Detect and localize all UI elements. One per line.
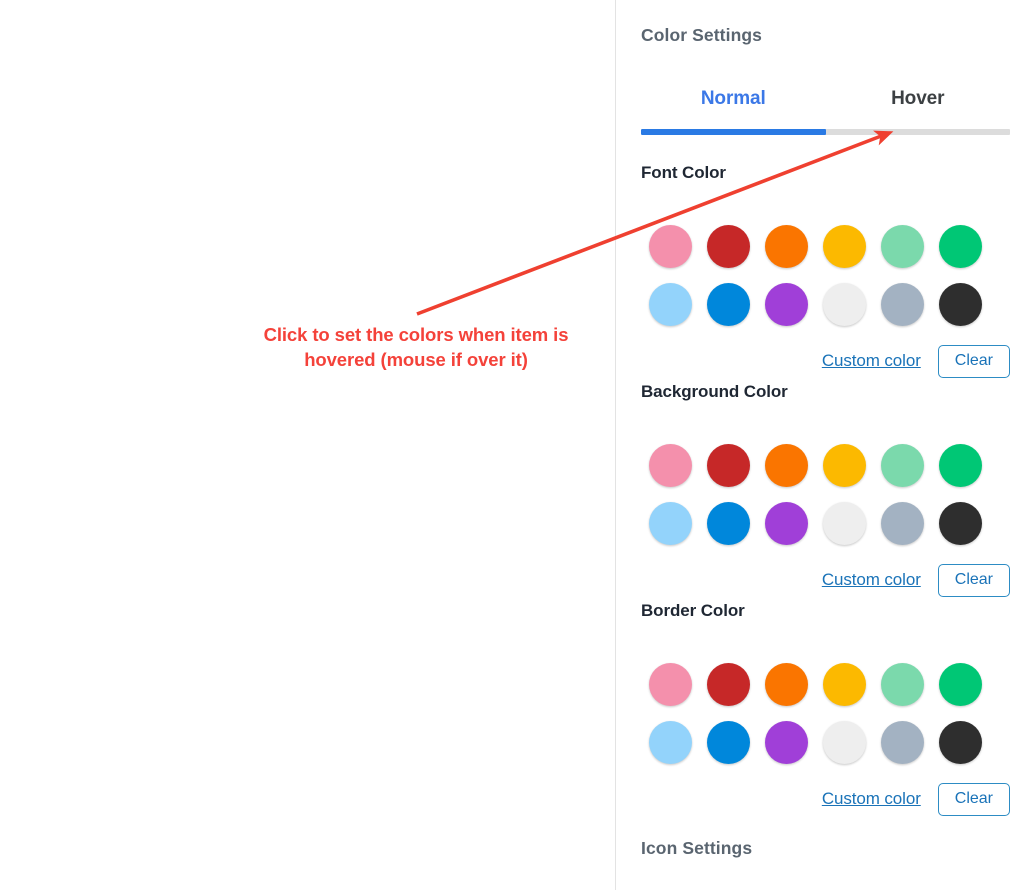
swatch-cell (815, 217, 873, 275)
tab-hover[interactable]: Hover (826, 88, 1011, 124)
swatch-cell (641, 494, 699, 552)
border-color-swatch-grid (641, 655, 1010, 771)
swatch-cell (641, 655, 699, 713)
swatch-cell (641, 275, 699, 333)
custom-color-link-border[interactable]: Custom color (822, 789, 921, 809)
custom-color-link-background[interactable]: Custom color (822, 570, 921, 590)
color-swatch-border-mint-green[interactable] (880, 662, 924, 706)
swatch-cell (873, 494, 931, 552)
color-swatch-font-purple[interactable] (764, 282, 808, 326)
swatch-cell (757, 436, 815, 494)
color-settings-panel: Color Settings Normal Hover Font Color C… (615, 0, 1024, 890)
color-swatch-border-dark-red[interactable] (706, 662, 750, 706)
color-swatch-font-dark-red[interactable] (706, 224, 750, 268)
swatch-cell (699, 275, 757, 333)
color-swatch-font-mint-green[interactable] (880, 224, 924, 268)
swatch-cell (873, 436, 931, 494)
color-swatch-border-purple[interactable] (764, 720, 808, 764)
color-swatch-background-mint-green[interactable] (880, 443, 924, 487)
color-swatch-border-gray-blue[interactable] (880, 720, 924, 764)
swatch-cell (931, 494, 989, 552)
font-color-actions: Custom color Clear (641, 345, 1010, 378)
color-swatch-background-amber[interactable] (822, 443, 866, 487)
swatch-cell (873, 275, 931, 333)
color-swatch-background-emerald-green[interactable] (938, 443, 982, 487)
swatch-cell (815, 494, 873, 552)
color-swatch-background-near-black[interactable] (938, 501, 982, 545)
tab-indicator-active (641, 129, 826, 135)
color-swatch-font-amber[interactable] (822, 224, 866, 268)
swatch-cell (699, 217, 757, 275)
section-title-font-color: Font Color (641, 163, 726, 182)
swatch-cell (757, 655, 815, 713)
swatch-cell (757, 713, 815, 771)
tab-indicator-track (641, 129, 1010, 135)
swatch-cell (641, 217, 699, 275)
swatch-cell (873, 217, 931, 275)
color-swatch-font-off-white[interactable] (822, 282, 866, 326)
swatch-cell (699, 713, 757, 771)
color-swatch-font-light-blue[interactable] (648, 282, 692, 326)
color-swatch-font-orange[interactable] (764, 224, 808, 268)
swatch-cell (873, 713, 931, 771)
swatch-cell (699, 494, 757, 552)
tab-normal[interactable]: Normal (641, 88, 826, 124)
panel-title-color-settings: Color Settings (641, 25, 762, 45)
color-swatch-font-emerald-green[interactable] (938, 224, 982, 268)
swatch-cell (931, 655, 989, 713)
color-swatch-background-blue[interactable] (706, 501, 750, 545)
swatch-cell (815, 713, 873, 771)
color-swatch-background-orange[interactable] (764, 443, 808, 487)
swatch-cell (757, 494, 815, 552)
swatch-cell (699, 655, 757, 713)
clear-button-background[interactable]: Clear (937, 564, 1010, 597)
color-swatch-background-light-blue[interactable] (648, 501, 692, 545)
color-swatch-font-blue[interactable] (706, 282, 750, 326)
color-swatch-background-pink[interactable] (648, 443, 692, 487)
swatch-cell (641, 713, 699, 771)
clear-button-font[interactable]: Clear (937, 345, 1010, 378)
color-swatch-border-pink[interactable] (648, 662, 692, 706)
color-swatch-border-light-blue[interactable] (648, 720, 692, 764)
state-tab-bar: Normal Hover (641, 88, 1010, 124)
color-swatch-background-purple[interactable] (764, 501, 808, 545)
swatch-cell (815, 655, 873, 713)
section-title-background-color: Background Color (641, 382, 788, 401)
color-swatch-background-off-white[interactable] (822, 501, 866, 545)
swatch-cell (757, 275, 815, 333)
clear-button-border[interactable]: Clear (937, 783, 1010, 816)
panel-title-icon-settings: Icon Settings (641, 838, 753, 858)
color-swatch-border-amber[interactable] (822, 662, 866, 706)
custom-color-link-font[interactable]: Custom color (822, 351, 921, 371)
color-swatch-border-off-white[interactable] (822, 720, 866, 764)
swatch-cell (873, 655, 931, 713)
color-swatch-font-gray-blue[interactable] (880, 282, 924, 326)
swatch-cell (757, 217, 815, 275)
swatch-cell (931, 217, 989, 275)
swatch-cell (815, 275, 873, 333)
background-color-swatch-grid (641, 436, 1010, 552)
color-swatch-border-emerald-green[interactable] (938, 662, 982, 706)
swatch-cell (815, 436, 873, 494)
background-color-actions: Custom color Clear (641, 564, 1010, 597)
swatch-cell (641, 436, 699, 494)
color-swatch-background-dark-red[interactable] (706, 443, 750, 487)
swatch-cell (699, 436, 757, 494)
swatch-cell (931, 713, 989, 771)
color-swatch-font-near-black[interactable] (938, 282, 982, 326)
color-swatch-font-pink[interactable] (648, 224, 692, 268)
color-swatch-background-gray-blue[interactable] (880, 501, 924, 545)
color-swatch-border-near-black[interactable] (938, 720, 982, 764)
section-title-border-color: Border Color (641, 601, 745, 620)
font-color-swatch-grid (641, 217, 1010, 333)
color-swatch-border-blue[interactable] (706, 720, 750, 764)
color-swatch-border-orange[interactable] (764, 662, 808, 706)
swatch-cell (931, 275, 989, 333)
border-color-actions: Custom color Clear (641, 783, 1010, 816)
page-canvas (0, 0, 615, 890)
swatch-cell (931, 436, 989, 494)
